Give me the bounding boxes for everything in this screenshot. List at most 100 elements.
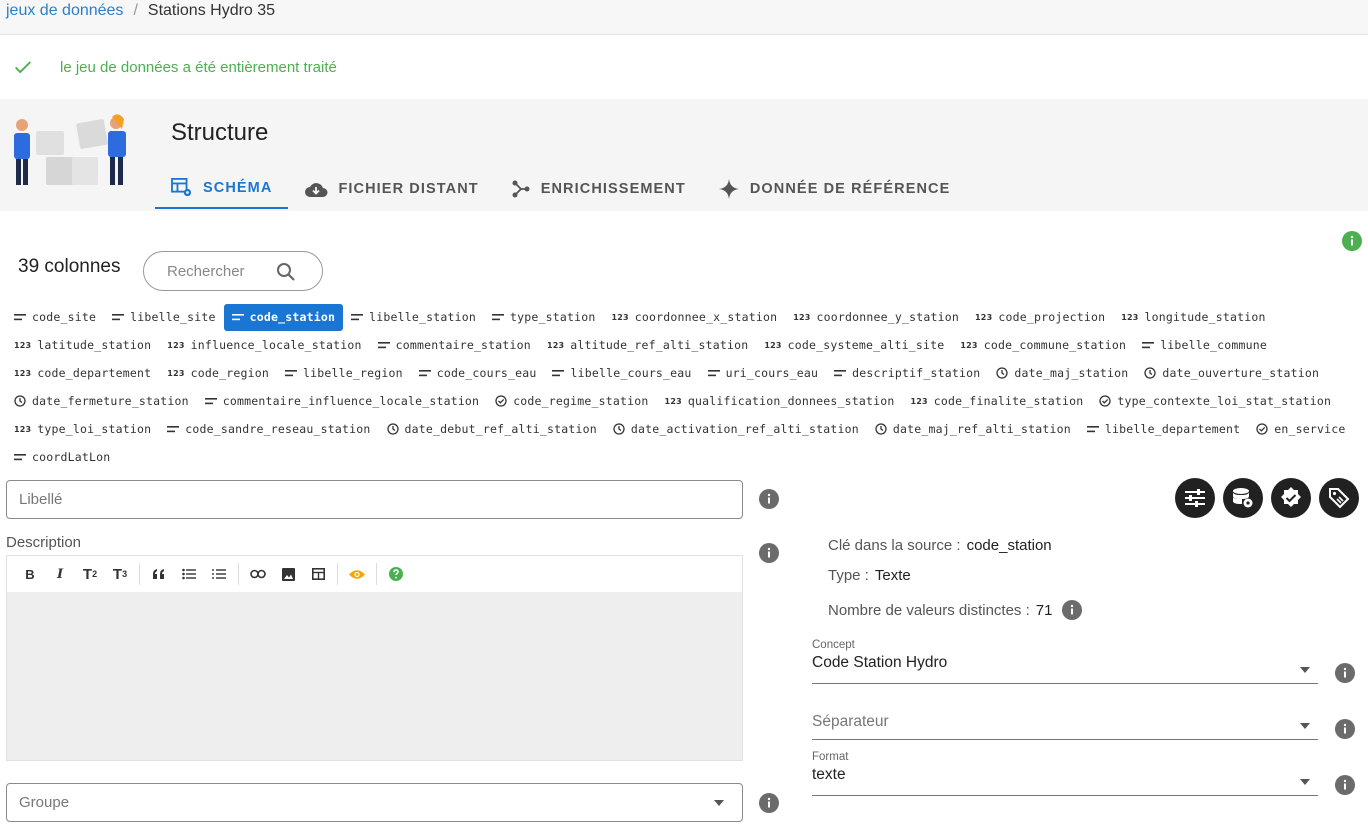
column-chip-code-sandre-reseau-station[interactable]: code_sandre_reseau_station	[159, 416, 378, 443]
column-chip-label: date_debut_ref_alti_station	[404, 422, 597, 436]
tab-schema[interactable]: SCHÉMA	[155, 169, 289, 209]
column-chip-libelle-region[interactable]: libelle_region	[277, 360, 411, 387]
column-chip-libelle-commune[interactable]: libelle_commune	[1134, 332, 1275, 359]
bold-button[interactable]: B	[15, 567, 45, 582]
column-chip-label: libelle_cours_eau	[570, 366, 692, 380]
groupe-placeholder: Groupe	[19, 794, 70, 811]
info-icon[interactable]	[1335, 663, 1355, 683]
column-chip-libelle-site[interactable]: libelle_site	[104, 304, 223, 331]
column-chip-commentaire-station[interactable]: commentaire_station	[370, 332, 539, 359]
column-chip-label: descriptif_station	[852, 366, 981, 380]
column-chip-date-maj-ref-alti-station[interactable]: date_maj_ref_alti_station	[867, 416, 1079, 443]
column-chip-latitude-station[interactable]: 123 latitude_station	[6, 332, 159, 359]
column-chip-qualification-donnees-station[interactable]: 123 qualification_donnees_station	[657, 388, 903, 415]
column-chip-code-projection[interactable]: 123 code_projection	[967, 304, 1113, 331]
info-icon[interactable]	[1335, 719, 1355, 739]
format-label: Format	[812, 751, 849, 763]
info-icon[interactable]	[1062, 600, 1083, 620]
column-chip-libelle-station[interactable]: libelle_station	[343, 304, 484, 331]
description-textarea[interactable]	[7, 592, 742, 760]
column-chip-libelle-cours-eau[interactable]: libelle_cours_eau	[544, 360, 699, 387]
puzzle-illustration-icon	[14, 114, 126, 185]
column-chip-date-ouverture-station[interactable]: date_ouverture_station	[1136, 360, 1327, 387]
table-button[interactable]	[303, 568, 333, 580]
column-chip-code-finalite-station[interactable]: 123 code_finalite_station	[902, 388, 1091, 415]
caret-down-icon	[1300, 723, 1310, 729]
text-type-icon	[14, 453, 26, 461]
heading-3-button[interactable]: T3	[105, 566, 135, 583]
certified-button[interactable]	[1271, 478, 1311, 518]
separator-select[interactable]: Séparateur	[812, 713, 1318, 740]
tab-remote-file[interactable]: FICHIER DISTANT	[288, 169, 494, 209]
italic-button[interactable]: I	[45, 567, 75, 582]
column-chip-label: code_station	[249, 310, 336, 324]
column-chip-influence-locale-station[interactable]: 123 influence_locale_station	[159, 332, 369, 359]
database-cog-icon	[1233, 488, 1253, 508]
column-chip-coordlatlon[interactable]: coordLatLon	[6, 444, 118, 471]
column-chip-coordonnee-x-station[interactable]: 123 coordonnee_x_station	[603, 304, 785, 331]
column-chip-en-service[interactable]: en_service	[1248, 416, 1353, 443]
column-chip-code-systeme-alti-site[interactable]: 123 code_systeme_alti_site	[756, 332, 952, 359]
column-chip-type-loi-station[interactable]: 123 type_loi_station	[6, 416, 159, 443]
column-count: 39 colonnes	[18, 256, 121, 277]
search-icon[interactable]	[276, 262, 296, 282]
column-chip-code-departement[interactable]: 123 code_departement	[6, 360, 159, 387]
database-settings-button[interactable]	[1223, 478, 1263, 518]
column-chip-code-cours-eau[interactable]: code_cours_eau	[411, 360, 545, 387]
column-chip-descriptif-station[interactable]: descriptif_station	[826, 360, 988, 387]
column-chip-commentaire-influence-locale-station[interactable]: commentaire_influence_locale_station	[197, 388, 487, 415]
column-chip-type-contexte-loi-stat-station[interactable]: type_contexte_loi_stat_station	[1091, 388, 1339, 415]
info-icon[interactable]	[759, 543, 779, 563]
graph-icon	[512, 180, 530, 198]
column-chip-date-debut-ref-alti-station[interactable]: date_debut_ref_alti_station	[379, 416, 605, 443]
info-icon[interactable]	[1335, 775, 1355, 795]
text-type-icon	[418, 369, 431, 377]
text-type-icon	[351, 313, 364, 321]
column-chip-code-commune-station[interactable]: 123 code_commune_station	[952, 332, 1134, 359]
format-select[interactable]: Format texte	[812, 751, 1318, 796]
column-chip-code-site[interactable]: code_site	[6, 304, 104, 331]
column-chip-date-fermeture-station[interactable]: date_fermeture_station	[6, 388, 197, 415]
column-chip-altitude-ref-alti-station[interactable]: 123 altitude_ref_alti_station	[539, 332, 756, 359]
bullet-list-button[interactable]	[174, 568, 204, 580]
column-search-input[interactable]: Rechercher	[143, 251, 323, 291]
text-type-icon	[1086, 425, 1099, 433]
column-chip-code-regime-station[interactable]: code_regime_station	[487, 388, 656, 415]
column-chip-longitude-station[interactable]: 123 longitude_station	[1113, 304, 1273, 331]
quote-button[interactable]	[144, 569, 174, 579]
number-type-icon: 123	[975, 312, 993, 322]
column-chip-label: latitude_station	[37, 338, 152, 352]
help-button[interactable]	[381, 567, 411, 581]
column-chip-label: date_fermeture_station	[32, 394, 189, 408]
info-icon[interactable]	[759, 489, 779, 509]
column-chip-libelle-departement[interactable]: libelle_departement	[1079, 416, 1248, 443]
concept-select[interactable]: Concept Code Station Hydro	[812, 639, 1318, 684]
numbered-list-button[interactable]	[204, 568, 234, 580]
column-chip-coordonnee-y-station[interactable]: 123 coordonnee_y_station	[785, 304, 967, 331]
libelle-input[interactable]: Libellé	[6, 480, 743, 519]
groupe-select[interactable]: Groupe	[6, 783, 743, 822]
verified-badge-icon	[1281, 487, 1301, 507]
tag-button[interactable]	[1319, 478, 1359, 518]
tab-enrichment[interactable]: ENRICHISSEMENT	[495, 169, 702, 209]
number-type-icon: 123	[611, 312, 629, 322]
image-button[interactable]	[273, 567, 303, 581]
libelle-placeholder: Libellé	[19, 491, 63, 508]
info-icon[interactable]	[1342, 231, 1362, 251]
column-chip-label: longitude_station	[1144, 310, 1266, 324]
info-icon[interactable]	[759, 793, 779, 813]
column-chip-date-activation-ref-alti-station[interactable]: date_activation_ref_alti_station	[605, 416, 867, 443]
column-chip-code-region[interactable]: 123 code_region	[159, 360, 277, 387]
settings-sliders-button[interactable]	[1175, 478, 1215, 518]
breadcrumb-link-datasets[interactable]: jeux de données	[6, 2, 123, 32]
column-chip-label: type_loi_station	[37, 422, 152, 436]
link-button[interactable]	[243, 569, 273, 579]
tab-reference-data[interactable]: DONNÉE DE RÉFÉRENCE	[702, 169, 967, 209]
column-chip-type-station[interactable]: type_station	[484, 304, 603, 331]
column-chip-code-station[interactable]: code_station	[223, 303, 344, 331]
column-chip-uri-cours-eau[interactable]: uri_cours_eau	[700, 360, 827, 387]
column-chip-date-maj-station[interactable]: date_maj_station	[988, 360, 1136, 387]
heading-2-button[interactable]: T2	[75, 566, 105, 583]
concept-label: Concept	[812, 639, 855, 651]
preview-button[interactable]	[342, 569, 372, 580]
